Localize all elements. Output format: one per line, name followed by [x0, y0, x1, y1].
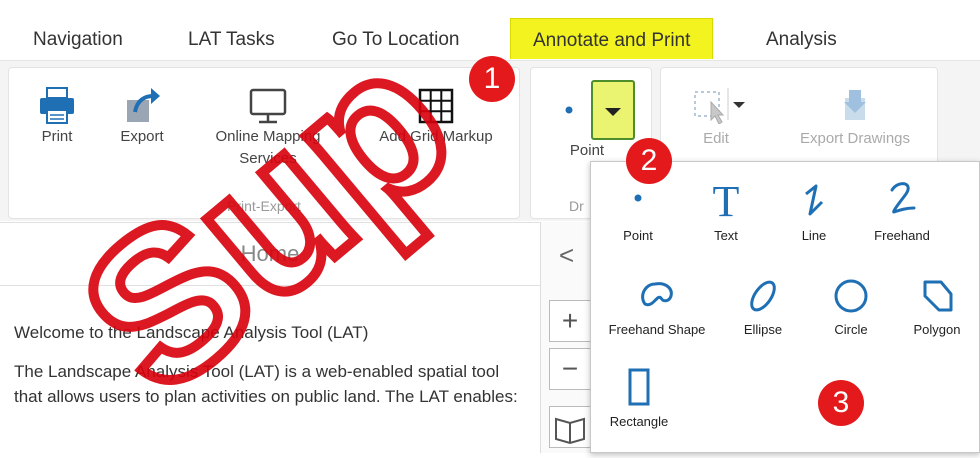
point-icon [565, 106, 573, 114]
monitor-icon [249, 88, 287, 124]
draw-tool-label: Ellipse [743, 322, 783, 337]
map-book-button[interactable] [549, 406, 591, 448]
freehand-shape-icon [641, 282, 673, 307]
draw-tool-ellipse[interactable]: Ellipse [719, 266, 807, 337]
draw-tool-label: Point [623, 228, 653, 243]
download-drawings-icon [844, 90, 866, 120]
draw-dropdown-toggle[interactable] [591, 80, 635, 140]
draw-tool-line[interactable]: Line [771, 172, 857, 243]
ellipse-icon [750, 280, 776, 312]
edit-selection-icon [694, 88, 745, 124]
draw-tool-rectangle[interactable]: Rectangle [597, 358, 681, 429]
online-mapping-label: Online Mapping Services [215, 128, 321, 167]
ribbon-tab-bar: Navigation LAT Tasks Go To Location Anno… [0, 0, 980, 60]
book-icon [555, 417, 585, 445]
draw-tool-freehand[interactable]: Freehand [859, 172, 945, 243]
edit-button[interactable]: Edit [671, 84, 761, 150]
print-export-group: Print Export Online Mapping Services Add… [8, 67, 520, 219]
draw-tool-polygon[interactable]: Polygon [895, 266, 979, 337]
line-icon [805, 184, 824, 216]
svg-text:T: T [713, 177, 740, 220]
add-grid-markup-label: Add Grid Markup [379, 128, 493, 145]
print-button[interactable]: Print [27, 86, 87, 148]
point-tool-button[interactable] [549, 84, 589, 124]
export-drawings-button[interactable]: Export Drawings [785, 84, 925, 150]
draw-tool-label: Freehand [874, 228, 930, 243]
draw-tool-label: Text [714, 228, 738, 243]
zoom-out-button[interactable]: − [549, 348, 591, 390]
draw-tool-text[interactable]: T Text [683, 172, 769, 243]
text-icon: T [713, 177, 740, 220]
edit-label: Edit [703, 130, 729, 147]
draw-tool-point[interactable]: Point [595, 172, 681, 243]
chevron-down-icon [605, 108, 621, 116]
tab-annotate-and-print[interactable]: Annotate and Print [510, 18, 714, 59]
home-content: Welcome to the Landscape Analysis Tool (… [14, 320, 524, 423]
draw-tool-circle[interactable]: Circle [807, 266, 895, 337]
export-button[interactable]: Export [109, 86, 175, 148]
welcome-text: Welcome to the Landscape Analysis Tool (… [14, 323, 369, 342]
polygon-icon [923, 280, 953, 312]
draw-tool-label: Circle [834, 322, 868, 337]
zoom-in-button[interactable]: + [549, 300, 591, 342]
export-label: Export [120, 128, 164, 145]
draw-tools-menu: Point T Text Line Freehand Freehand Shap… [590, 161, 980, 453]
circle-icon [834, 279, 868, 313]
draw-tool-label: Freehand Shape [608, 322, 706, 337]
tab-navigation[interactable]: Navigation [33, 22, 123, 58]
print-export-group-label: Print-Export [227, 198, 301, 214]
rectangle-icon [628, 368, 650, 406]
print-label: Print [41, 128, 73, 145]
description-text: The Landscape Analysis Tool (LAT) is a w… [14, 362, 518, 406]
draw-tool-label: Polygon [913, 322, 961, 337]
draw-tool-label: Rectangle [609, 414, 669, 429]
home-panel-header: Home [0, 222, 540, 286]
tab-lat-tasks[interactable]: LAT Tasks [188, 22, 275, 58]
callout-badge-1: 1 [469, 56, 515, 102]
callout-badge-2: 2 [626, 138, 672, 184]
online-mapping-services-button[interactable]: Online Mapping Services [195, 86, 341, 170]
point-label: Point [569, 142, 605, 159]
tab-analysis[interactable]: Analysis [766, 22, 837, 58]
freehand-icon [890, 182, 916, 214]
printer-icon [40, 87, 74, 124]
collapse-panel-button[interactable]: < [559, 240, 574, 271]
grid-icon [418, 88, 454, 124]
draw-tool-label: Line [801, 228, 827, 243]
callout-badge-3: 3 [818, 380, 864, 426]
export-drawings-label: Export Drawings [799, 130, 911, 147]
export-icon [127, 88, 160, 122]
draw-tool-freehand-shape[interactable]: Freehand Shape [595, 266, 719, 337]
tab-go-to-location[interactable]: Go To Location [332, 22, 459, 58]
